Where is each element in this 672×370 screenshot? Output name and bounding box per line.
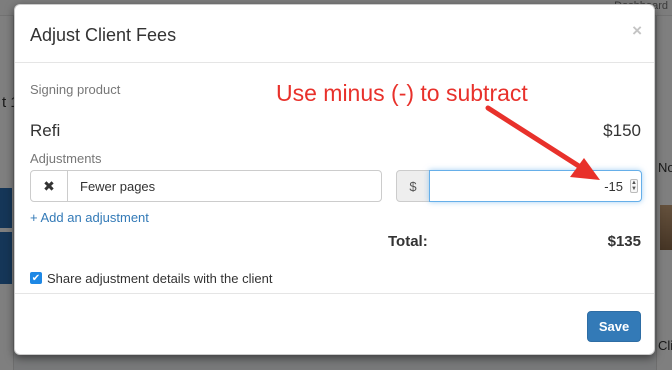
modal-title: Adjust Client Fees	[30, 25, 177, 45]
checkmark-icon: ✔	[31, 272, 41, 284]
total-label: Total:	[388, 233, 428, 250]
adjustment-amount-input[interactable]	[429, 170, 642, 202]
share-details-checkbox[interactable]: ✔	[30, 272, 42, 284]
remove-adjustment-icon[interactable]: ✖	[30, 170, 68, 202]
annotation-text: Use minus (-) to subtract	[276, 80, 528, 106]
amount-spinner-icon[interactable]: ▲ ▼	[630, 179, 638, 193]
close-icon[interactable]: ×	[632, 22, 642, 39]
adjust-fees-modal: Adjust Client Fees × Signing product Ref…	[14, 4, 655, 355]
total-value: $135	[607, 233, 641, 250]
currency-addon: $	[396, 170, 430, 202]
modal-footer: Save	[15, 293, 654, 356]
add-adjustment-link[interactable]: + Add an adjustment	[30, 210, 149, 225]
modal-header: Adjust Client Fees ×	[15, 5, 654, 63]
share-details-row: ✔ Share adjustment details with the clie…	[30, 270, 272, 286]
product-price: $150	[603, 121, 641, 140]
save-button[interactable]: Save	[587, 311, 641, 342]
adjustments-label: Adjustments	[30, 151, 102, 166]
product-name: Refi	[30, 121, 61, 140]
share-details-label[interactable]: Share adjustment details with the client	[47, 271, 272, 286]
adjustment-amount-group: $ ▲▼	[396, 170, 642, 202]
adjustment-description-group: ✖	[30, 170, 382, 202]
signing-product-label: Signing product	[30, 82, 121, 97]
adjustment-description-input[interactable]	[67, 170, 382, 202]
